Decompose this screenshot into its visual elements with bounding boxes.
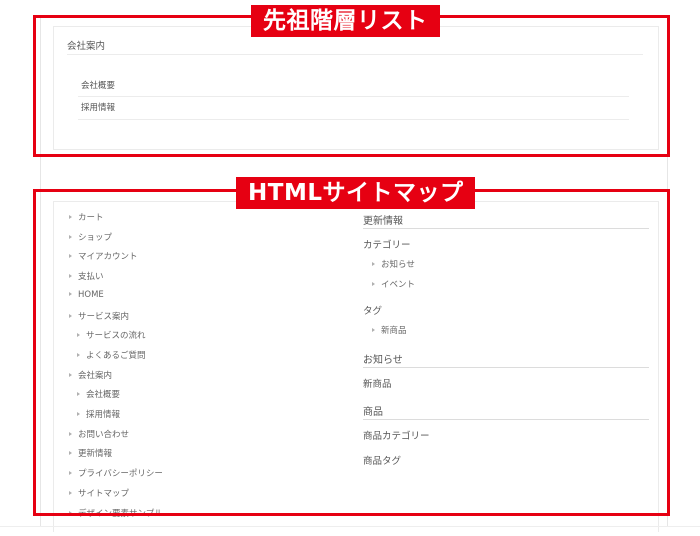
sitemap-annotation-frame bbox=[33, 189, 670, 516]
page-bottom-divider bbox=[0, 526, 700, 527]
sitemap-annotation-label: HTMLサイトマップ bbox=[236, 177, 476, 209]
ancestor-annotation-label: 先祖階層リスト bbox=[251, 5, 440, 37]
